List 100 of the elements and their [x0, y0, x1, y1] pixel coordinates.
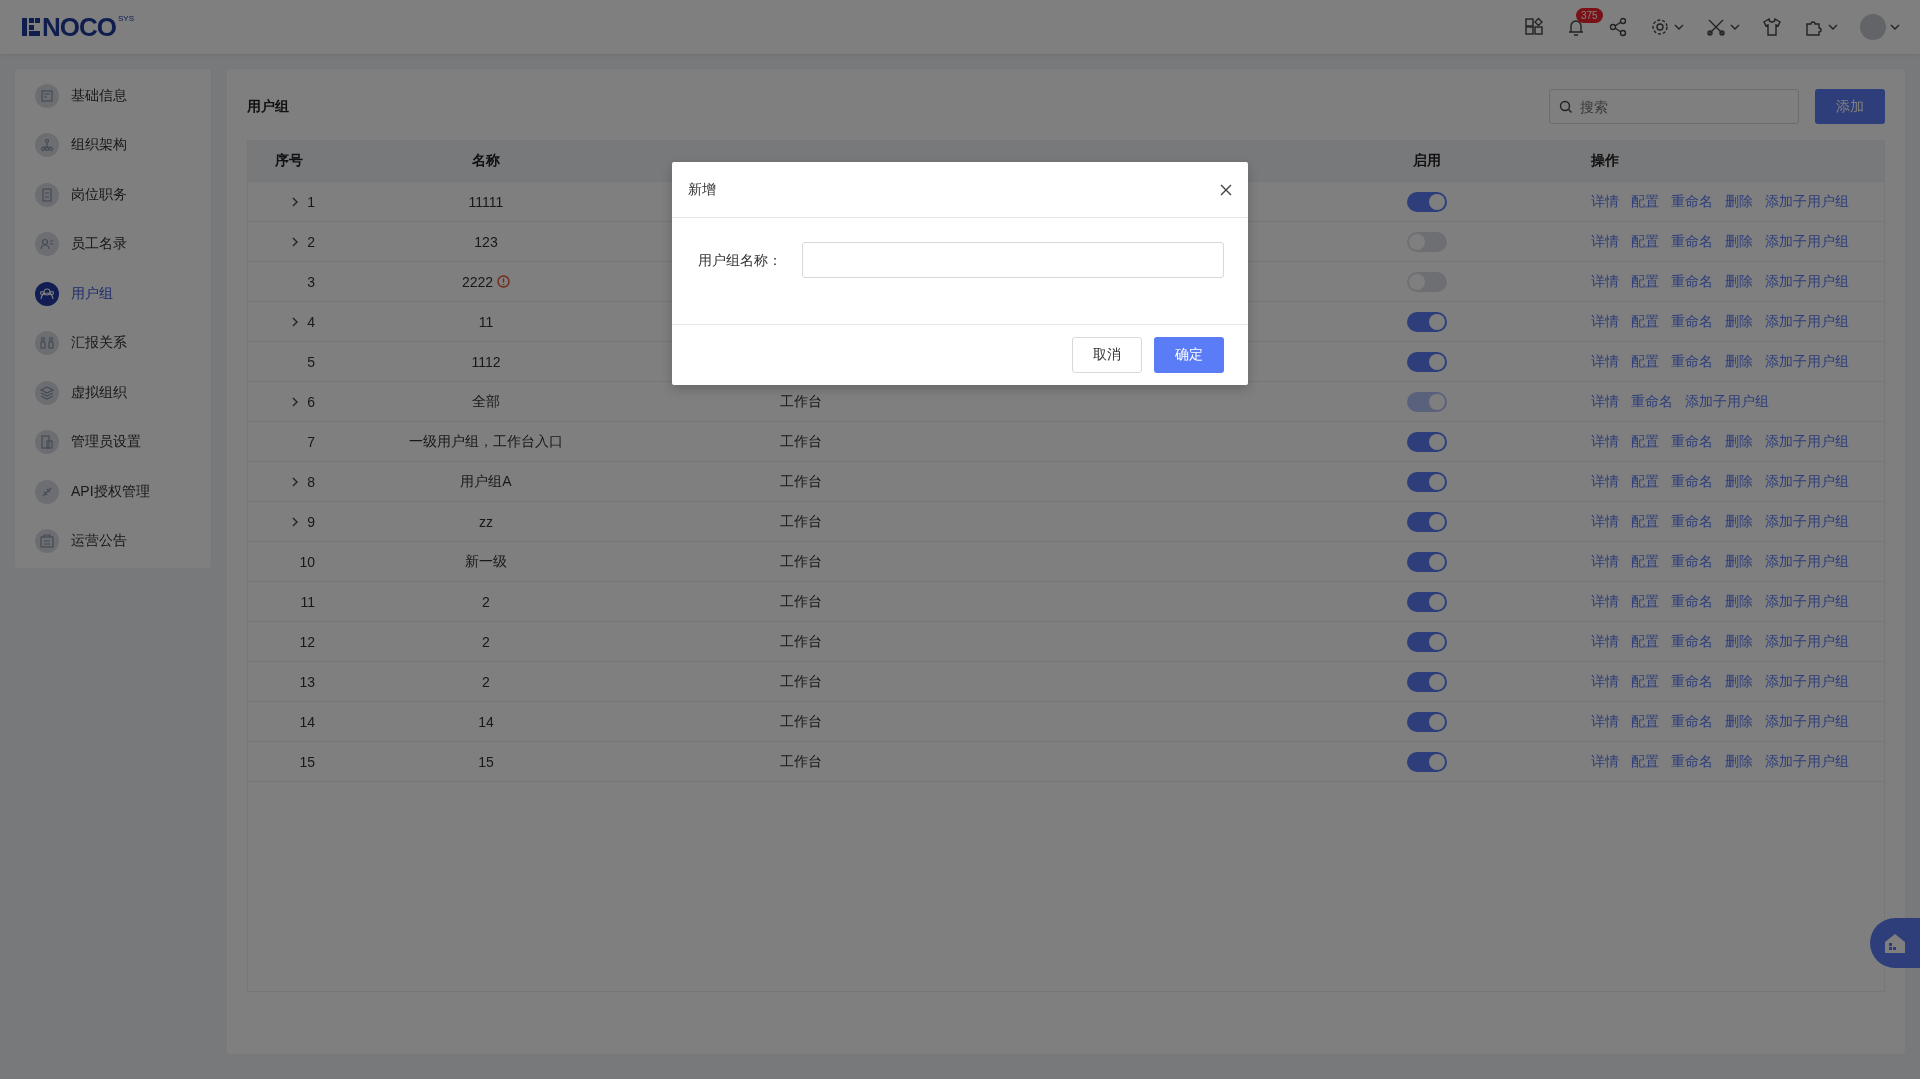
caret-icon[interactable] — [1674, 23, 1684, 31]
action-link[interactable]: 添加子用户组 — [1765, 232, 1849, 251]
action-link[interactable]: 删除 — [1725, 712, 1753, 731]
action-link[interactable]: 添加子用户组 — [1765, 752, 1849, 771]
action-link[interactable]: 添加子用户组 — [1765, 712, 1849, 731]
action-link[interactable]: 详情 — [1591, 192, 1619, 211]
action-link[interactable]: 删除 — [1725, 512, 1753, 531]
action-link[interactable]: 配置 — [1631, 232, 1659, 251]
share-icon[interactable] — [1608, 17, 1628, 37]
toggle-switch[interactable] — [1407, 711, 1447, 732]
toggle-switch[interactable] — [1407, 351, 1447, 372]
action-link[interactable]: 删除 — [1725, 432, 1753, 451]
action-link[interactable]: 详情 — [1591, 592, 1619, 611]
caret-icon[interactable] — [1730, 23, 1740, 31]
expand-icon[interactable] — [291, 476, 300, 487]
caret-icon[interactable] — [1828, 23, 1838, 31]
action-link[interactable]: 添加子用户组 — [1765, 592, 1849, 611]
action-link[interactable]: 添加子用户组 — [1765, 352, 1849, 371]
action-link[interactable]: 配置 — [1631, 312, 1659, 331]
action-link[interactable]: 详情 — [1591, 512, 1619, 531]
action-link[interactable]: 配置 — [1631, 432, 1659, 451]
action-link[interactable]: 详情 — [1591, 272, 1619, 291]
action-link[interactable]: 配置 — [1631, 472, 1659, 491]
action-link[interactable]: 重命名 — [1671, 432, 1713, 451]
cancel-button[interactable]: 取消 — [1072, 337, 1142, 373]
action-link[interactable]: 配置 — [1631, 512, 1659, 531]
input-field[interactable] — [802, 242, 1224, 278]
action-link[interactable]: 添加子用户组 — [1765, 512, 1849, 531]
toggle-switch[interactable] — [1407, 431, 1447, 452]
action-link[interactable]: 删除 — [1725, 632, 1753, 651]
confirm-button[interactable]: 确定 — [1154, 337, 1224, 373]
action-link[interactable]: 重命名 — [1671, 752, 1713, 771]
sidebar-item[interactable]: 管理员设置 — [15, 417, 211, 467]
action-link[interactable]: 配置 — [1631, 712, 1659, 731]
home-button[interactable] — [1870, 918, 1920, 968]
action-link[interactable]: 添加子用户组 — [1765, 672, 1849, 691]
sidebar-item[interactable]: 员工名录 — [15, 219, 211, 269]
action-link[interactable]: 重命名 — [1671, 232, 1713, 251]
expand-icon[interactable] — [291, 196, 300, 207]
action-link[interactable]: 详情 — [1591, 312, 1619, 331]
action-link[interactable]: 添加子用户组 — [1765, 432, 1849, 451]
action-link[interactable]: 配置 — [1631, 272, 1659, 291]
action-link[interactable]: 重命名 — [1671, 312, 1713, 331]
action-link[interactable]: 详情 — [1591, 632, 1619, 651]
action-link[interactable]: 删除 — [1725, 312, 1753, 331]
action-link[interactable]: 重命名 — [1671, 592, 1713, 611]
action-link[interactable]: 详情 — [1591, 712, 1619, 731]
action-link[interactable]: 详情 — [1591, 352, 1619, 371]
action-link[interactable]: 配置 — [1631, 632, 1659, 651]
caret-icon[interactable] — [1890, 23, 1900, 31]
action-link[interactable]: 添加子用户组 — [1765, 552, 1849, 571]
expand-icon[interactable] — [291, 516, 300, 527]
action-link[interactable]: 删除 — [1725, 232, 1753, 251]
action-link[interactable]: 重命名 — [1671, 632, 1713, 651]
action-link[interactable]: 详情 — [1591, 552, 1619, 571]
sidebar-item[interactable]: 用户组 — [15, 269, 211, 319]
action-link[interactable]: 删除 — [1725, 672, 1753, 691]
toggle-switch[interactable] — [1407, 191, 1447, 212]
toggle-switch[interactable] — [1407, 591, 1447, 612]
action-link[interactable]: 删除 — [1725, 592, 1753, 611]
toggle-switch[interactable] — [1407, 751, 1447, 772]
sidebar-item[interactable]: 岗位职务 — [15, 170, 211, 220]
action-link[interactable]: 重命名 — [1671, 192, 1713, 211]
tools-icon[interactable] — [1706, 17, 1726, 37]
toggle-switch[interactable] — [1407, 471, 1447, 492]
action-link[interactable]: 删除 — [1725, 552, 1753, 571]
action-link[interactable]: 配置 — [1631, 552, 1659, 571]
add-button[interactable]: 添加 — [1815, 89, 1885, 124]
action-link[interactable]: 详情 — [1591, 232, 1619, 251]
sidebar-item[interactable]: 汇报关系 — [15, 318, 211, 368]
action-link[interactable]: 删除 — [1725, 472, 1753, 491]
close-icon[interactable] — [1220, 183, 1232, 196]
action-link[interactable]: 配置 — [1631, 352, 1659, 371]
house-icon[interactable] — [1883, 932, 1907, 954]
sidebar-item[interactable]: 基础信息 — [15, 71, 211, 121]
action-link[interactable]: 删除 — [1725, 272, 1753, 291]
expand-icon[interactable] — [291, 316, 300, 327]
shirt-icon[interactable] — [1762, 17, 1782, 37]
settings-icon[interactable] — [1650, 17, 1670, 37]
toggle-switch[interactable] — [1407, 551, 1447, 572]
action-link[interactable]: 删除 — [1725, 752, 1753, 771]
action-link[interactable]: 详情 — [1591, 432, 1619, 451]
action-link[interactable]: 详情 — [1591, 672, 1619, 691]
action-link[interactable]: 配置 — [1631, 592, 1659, 611]
search-field[interactable]: 搜索 — [1549, 89, 1799, 124]
toggle-switch[interactable] — [1407, 671, 1447, 692]
action-link[interactable]: 重命名 — [1671, 712, 1713, 731]
sidebar-item[interactable]: 虚拟组织 — [15, 368, 211, 418]
action-link[interactable]: 删除 — [1725, 192, 1753, 211]
expand-icon[interactable] — [291, 236, 300, 247]
action-link[interactable]: 配置 — [1631, 192, 1659, 211]
action-link[interactable]: 重命名 — [1671, 672, 1713, 691]
toggle-switch[interactable] — [1407, 631, 1447, 652]
action-link[interactable]: 配置 — [1631, 752, 1659, 771]
action-link[interactable]: 重命名 — [1671, 352, 1713, 371]
action-link[interactable]: 添加子用户组 — [1765, 312, 1849, 331]
action-link[interactable]: 配置 — [1631, 672, 1659, 691]
action-link[interactable]: 详情 — [1591, 472, 1619, 491]
bell-icon[interactable] — [1566, 17, 1586, 37]
action-link[interactable]: 重命名 — [1671, 552, 1713, 571]
